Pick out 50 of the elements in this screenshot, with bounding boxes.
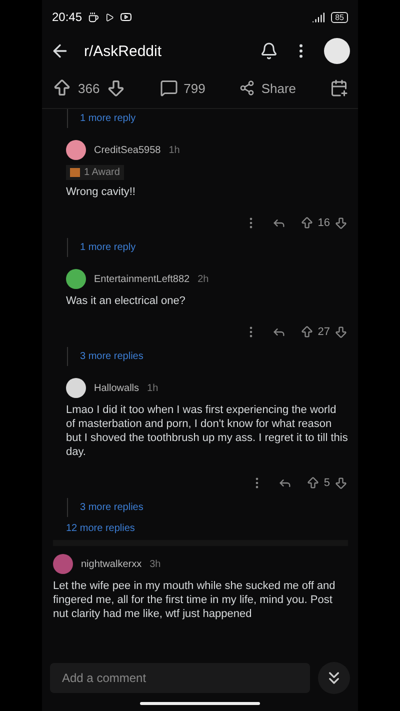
user-avatar-icon[interactable] bbox=[66, 140, 86, 160]
vote-count: 366 bbox=[78, 80, 100, 96]
cup-icon bbox=[88, 12, 100, 22]
downvote-icon[interactable] bbox=[106, 78, 126, 98]
vote-count: 16 bbox=[318, 217, 330, 229]
comment-age: 2h bbox=[198, 274, 209, 284]
user-avatar-icon[interactable] bbox=[66, 378, 86, 398]
user-avatar-icon[interactable] bbox=[66, 269, 86, 289]
user-avatar-icon[interactable] bbox=[324, 38, 350, 64]
upvote-icon[interactable] bbox=[52, 78, 72, 98]
more-replies-link[interactable]: 12 more replies bbox=[66, 517, 348, 540]
comment-count: 799 bbox=[184, 80, 206, 96]
comment-text: Lmao I did it too when I was first experiencing the world of masterbation and porn, I don't know for what reason but I shoved the toothbrush up my ass. I regret it to till this day. bbox=[66, 403, 348, 459]
award-icon bbox=[70, 168, 80, 177]
downvote-icon[interactable] bbox=[334, 216, 348, 230]
comment-icon[interactable] bbox=[160, 79, 178, 97]
comment-age: 1h bbox=[168, 144, 180, 156]
subreddit-title: r/AskReddit bbox=[84, 42, 163, 60]
comment-text: Was it an electrical one? bbox=[66, 294, 186, 308]
battery-level: 85 bbox=[331, 12, 348, 22]
share-label[interactable]: Share bbox=[261, 80, 296, 96]
username[interactable]: Hallowalls bbox=[94, 382, 140, 394]
comment-text: Wrong cavity!! bbox=[66, 185, 136, 199]
add-icon[interactable] bbox=[330, 79, 348, 97]
username[interactable]: EntertainmentLeft882 bbox=[94, 274, 190, 284]
award-badge: 1 Award bbox=[66, 165, 124, 180]
vote-count: 27 bbox=[318, 326, 330, 338]
play-icon bbox=[105, 12, 114, 22]
comment-field[interactable]: Add a comment bbox=[50, 663, 310, 693]
share-icon[interactable] bbox=[239, 80, 256, 96]
more-replies-link[interactable]: 3 more replies bbox=[67, 498, 348, 517]
upvote-icon[interactable] bbox=[300, 216, 314, 230]
downvote-icon[interactable] bbox=[334, 476, 348, 490]
comment-age: 3h bbox=[150, 558, 161, 570]
bell-icon[interactable] bbox=[260, 42, 278, 60]
username[interactable]: CreditSea5958 bbox=[94, 144, 161, 156]
video-icon bbox=[120, 11, 132, 23]
vote-count: 5 bbox=[324, 477, 330, 489]
username[interactable]: nightwalkerxx bbox=[81, 558, 142, 570]
more-replies-link[interactable]: 1 more reply bbox=[67, 238, 348, 257]
comment-text: Let the wife pee in my mouth while she sucked me off and fingered me, all for the first time in my life, mind you. Post nut clarity had me like, wtf just happened bbox=[53, 579, 336, 621]
upvote-icon[interactable] bbox=[306, 476, 320, 490]
downvote-icon[interactable] bbox=[334, 325, 348, 339]
signal-icon bbox=[312, 10, 326, 24]
more-replies-link[interactable]: 1 more reply bbox=[67, 109, 348, 128]
upvote-icon[interactable] bbox=[300, 325, 314, 339]
comment-age: 1h bbox=[147, 382, 158, 394]
collapse-button[interactable] bbox=[318, 662, 350, 694]
status-time: 20:45 bbox=[52, 10, 82, 24]
more-replies-link[interactable]: 3 more replies bbox=[67, 347, 348, 366]
